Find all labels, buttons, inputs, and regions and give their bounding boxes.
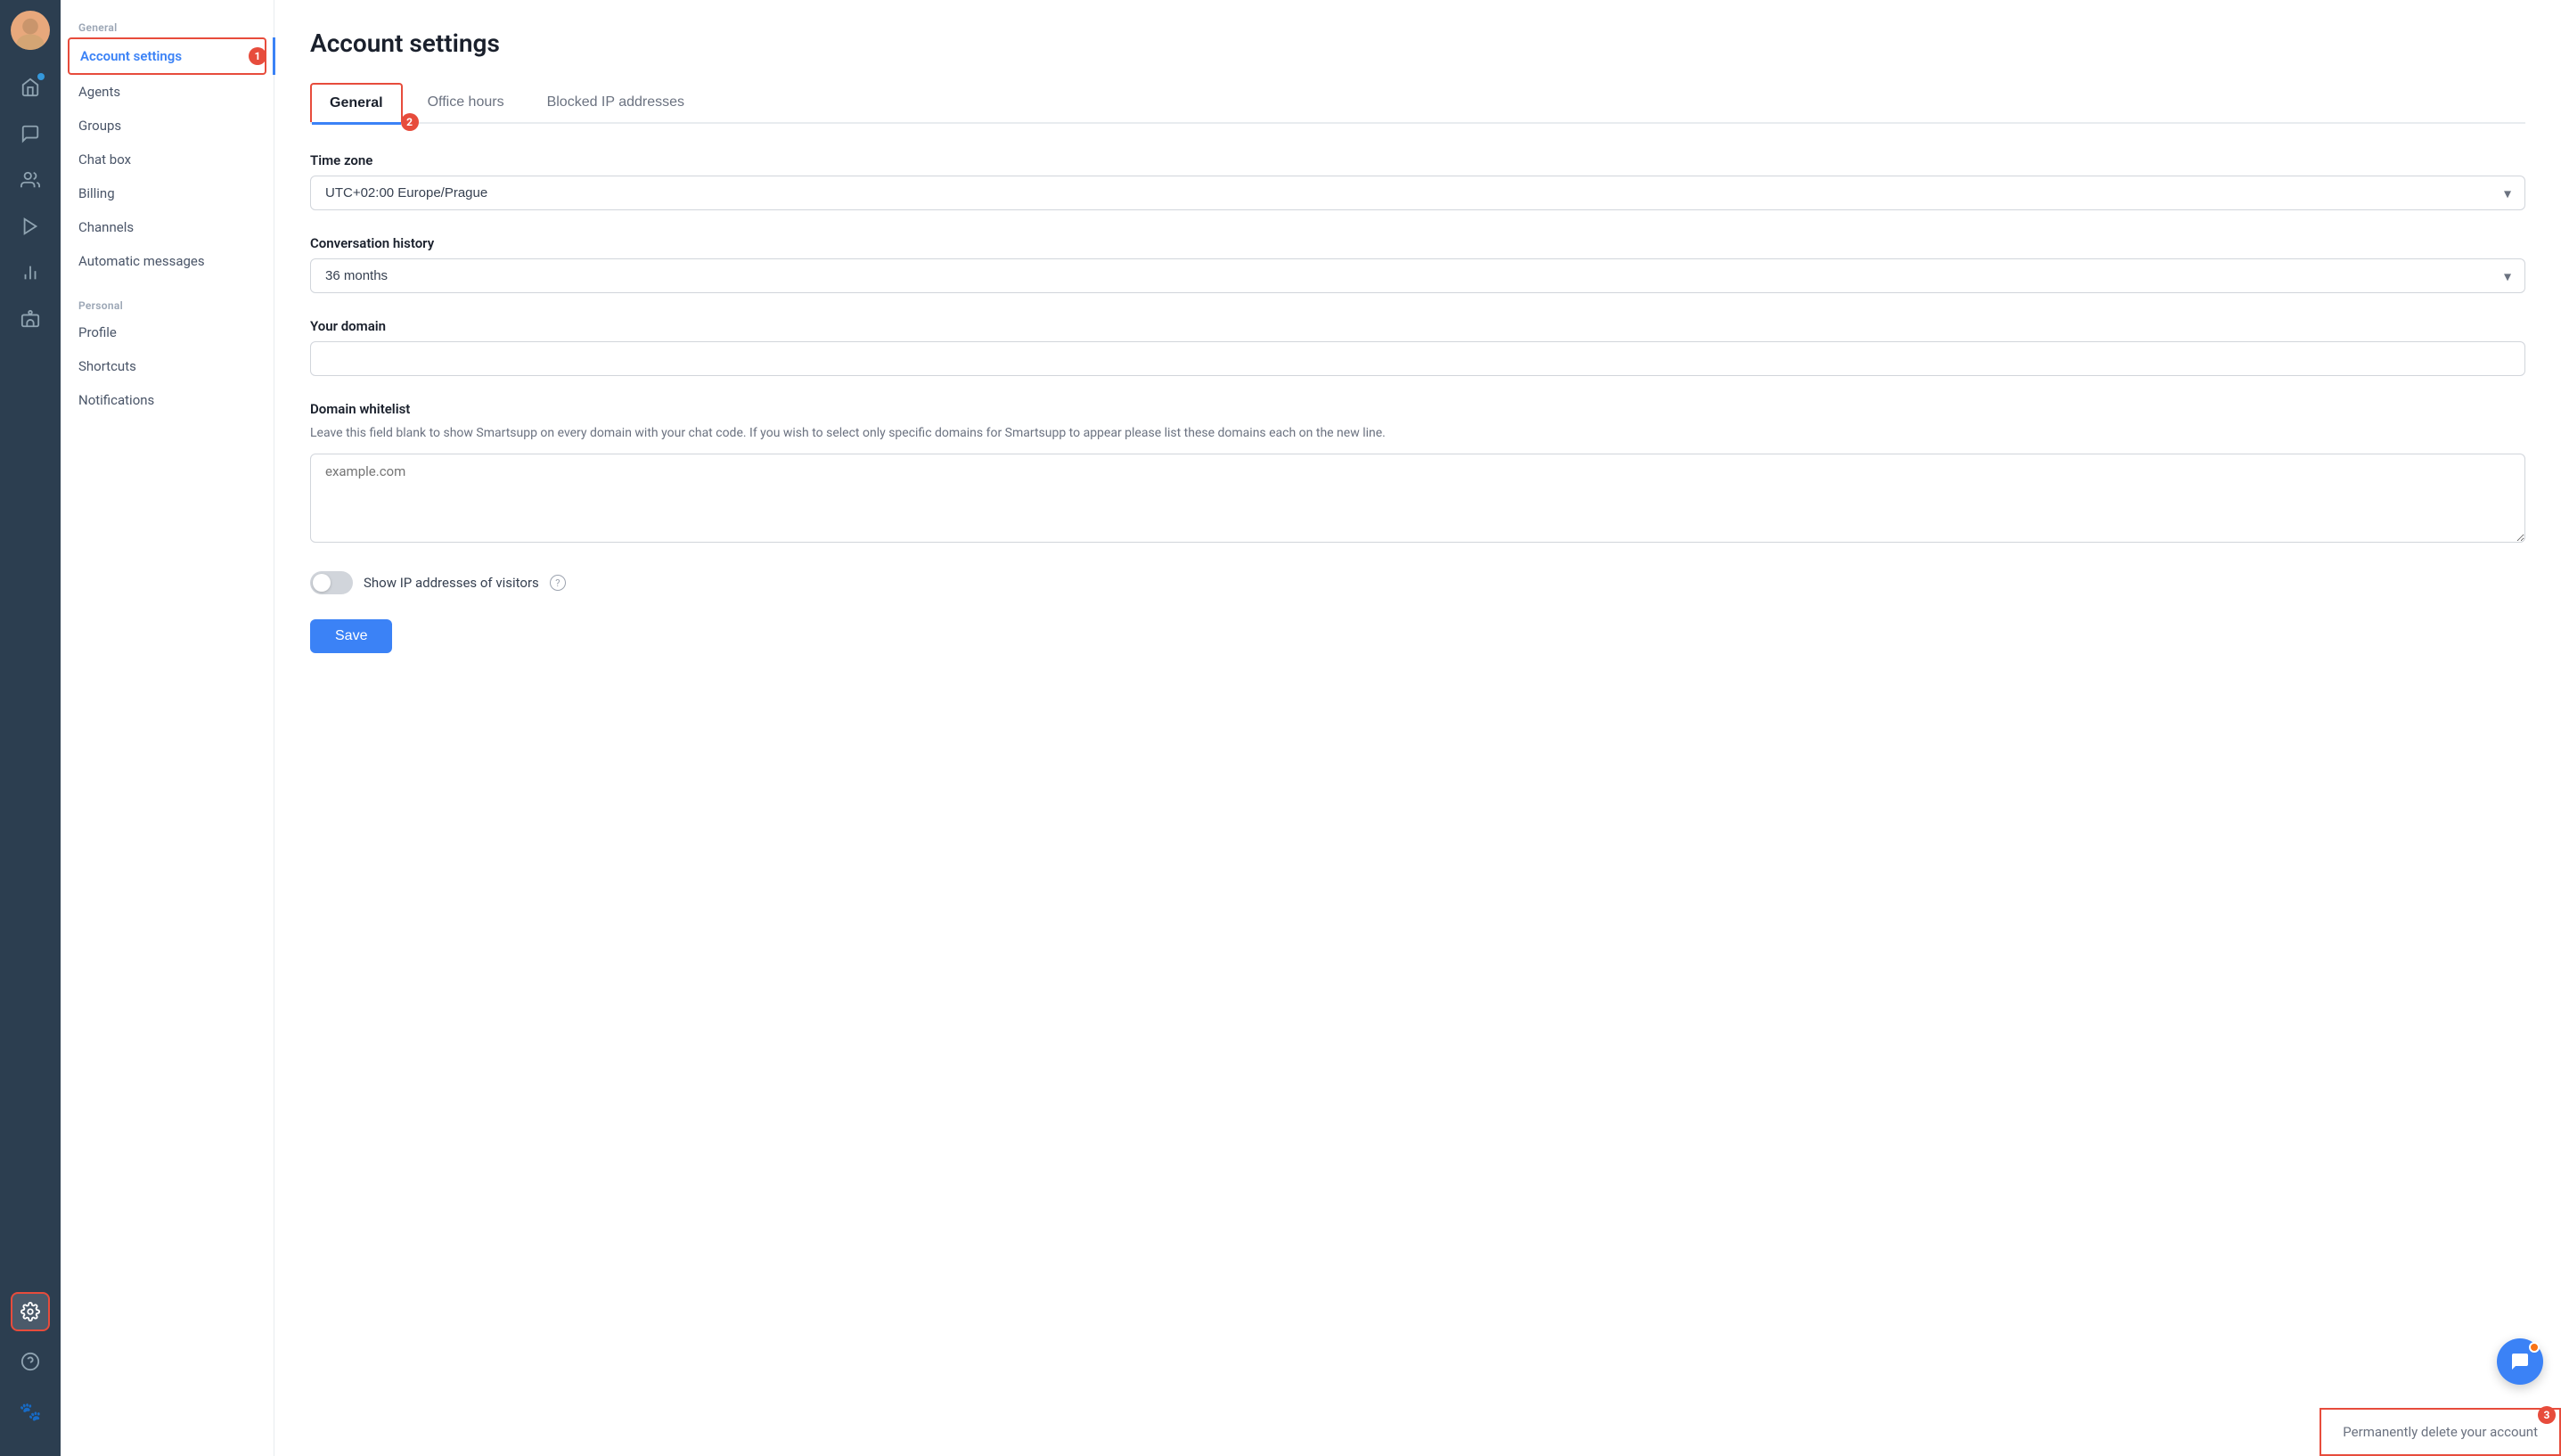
conversation-history-label: Conversation history [310, 235, 2525, 251]
general-section-label: General [61, 14, 274, 37]
page-title: Account settings [310, 29, 2525, 58]
icon-sidebar: 🐾 [0, 0, 61, 1456]
domain-whitelist-label: Domain whitelist [310, 401, 2525, 417]
chat-bubble[interactable] [2497, 1338, 2543, 1385]
conversation-history-section: Conversation history 12 months 24 months… [310, 235, 2525, 293]
conversation-history-select-wrapper: 12 months 24 months 36 months 48 months [310, 258, 2525, 293]
tabs-container: General 2 Office hours Blocked IP addres… [310, 83, 2525, 124]
your-domain-input[interactable] [310, 341, 2525, 376]
delete-account-label: Permanently delete your account [2343, 1424, 2538, 1440]
nav-item-automatic-messages[interactable]: Automatic messages [61, 244, 274, 278]
nav-item-shortcuts[interactable]: Shortcuts [61, 349, 274, 383]
nav-item-notifications[interactable]: Notifications [61, 383, 274, 417]
show-ip-help-icon[interactable]: ? [550, 575, 566, 591]
chat-icon[interactable] [11, 114, 50, 153]
timezone-section: Time zone UTC+02:00 Europe/Prague UTC+00… [310, 152, 2525, 210]
domain-whitelist-textarea[interactable] [310, 454, 2525, 543]
logo-text: 🐾 [20, 1401, 42, 1422]
nav-item-agents[interactable]: Agents [61, 75, 274, 109]
nav-item-chat-box[interactable]: Chat box [61, 143, 274, 176]
chat-bubble-notification [2529, 1342, 2540, 1353]
annotation-3: 3 [2538, 1406, 2556, 1424]
analytics-icon[interactable] [11, 253, 50, 292]
show-ip-row: Show IP addresses of visitors ? [310, 571, 2525, 594]
personal-section-label: Personal [61, 292, 274, 315]
home-icon[interactable] [11, 68, 50, 107]
avatar[interactable] [11, 11, 50, 50]
main-content: Account settings General 2 Office hours … [274, 0, 2561, 1456]
timezone-label: Time zone [310, 152, 2525, 168]
your-domain-section: Your domain [310, 318, 2525, 376]
domain-whitelist-description: Leave this field blank to show Smartsupp… [310, 424, 2525, 443]
nav-sidebar: General Account settings 1 Agents Groups… [61, 0, 274, 1456]
nav-item-channels[interactable]: Channels [61, 210, 274, 244]
bot-icon[interactable] [11, 299, 50, 339]
show-ip-toggle[interactable] [310, 571, 353, 594]
timezone-select-wrapper: UTC+02:00 Europe/Prague UTC+00:00 UTC UT… [310, 176, 2525, 210]
tab-general[interactable]: General [310, 83, 403, 122]
conversation-history-select[interactable]: 12 months 24 months 36 months 48 months [310, 258, 2525, 293]
contacts-icon[interactable] [11, 160, 50, 200]
logo-icon: 🐾 [11, 1392, 50, 1431]
help-icon[interactable] [11, 1342, 50, 1381]
tab-blocked-ip[interactable]: Blocked IP addresses [529, 83, 702, 122]
delete-account-box[interactable]: 3 Permanently delete your account [2320, 1408, 2561, 1456]
annotation-1: 1 [249, 47, 266, 65]
timezone-select[interactable]: UTC+02:00 Europe/Prague UTC+00:00 UTC UT… [310, 176, 2525, 210]
tab-office-hours[interactable]: Office hours [410, 83, 522, 122]
automation-icon[interactable] [11, 207, 50, 246]
your-domain-label: Your domain [310, 318, 2525, 334]
nav-item-billing[interactable]: Billing [61, 176, 274, 210]
home-badge [37, 73, 45, 80]
nav-item-profile[interactable]: Profile [61, 315, 274, 349]
nav-item-groups[interactable]: Groups [61, 109, 274, 143]
domain-whitelist-section: Domain whitelist Leave this field blank … [310, 401, 2525, 546]
save-button[interactable]: Save [310, 619, 392, 653]
show-ip-label: Show IP addresses of visitors [364, 575, 539, 591]
nav-item-account-settings[interactable]: Account settings [68, 37, 266, 75]
settings-icon[interactable] [11, 1292, 50, 1331]
